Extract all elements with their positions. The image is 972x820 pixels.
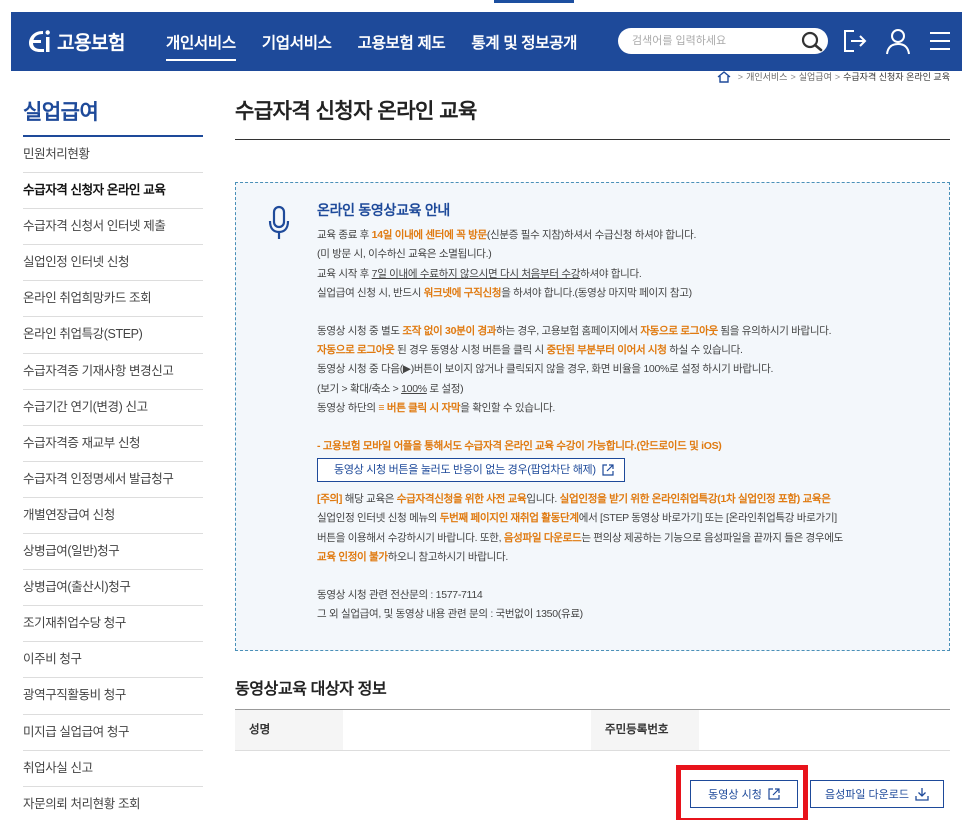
menu-icon[interactable] [926,27,954,55]
user-icon[interactable] [884,27,912,55]
popup-block-help-button[interactable]: 동영상 시청 버튼을 눌러도 반응이 없는 경우(팝업차단 해제) [317,458,625,483]
rrn-label: 주민등록번호 [591,710,699,750]
info-table: 성명 주민등록번호 [235,709,950,751]
nav-business-services[interactable]: 기업서비스 [262,31,332,61]
sidebar-item[interactable]: 민원처리현황 [23,137,203,174]
sidebar-item[interactable]: 이주비 청구 [23,642,203,679]
nav-insurance-system[interactable]: 고용보험 제도 [358,31,446,61]
sidebar-item[interactable]: 조기재취업수당 청구 [23,606,203,643]
microphone-icon [268,205,290,239]
search-box [618,28,828,54]
download-icon [915,788,929,801]
sidebar-item[interactable]: 실업인정 인터넷 신청 [23,245,203,282]
sidebar-item[interactable]: 수급자격증 재교부 신청 [23,426,203,462]
page-title: 수급자격 신청자 온라인 교육 [235,95,950,140]
caution-line: [주의] 해당 교육은 수급자격신청을 위한 사전 교육입니다. 실업인정을 받… [317,493,831,506]
notice-body: 온라인 동영상교육 안내 교육 종료 후 14일 이내에 센터에 꼭 방문(신분… [317,201,937,624]
sidebar-item[interactable]: 수급자격증 기재사항 변경신고 [23,354,203,390]
home-icon[interactable] [717,70,731,83]
notice-line: 자동으로 로그아웃 된 경우 동영상 시청 버튼을 클릭 시 중단된 부분부터 … [317,344,743,357]
breadcrumb: > 개인서비스 > 실업급여 > 수급자격 신청자 온라인 교육 [717,70,950,83]
notice-line: 동영상 하단의 ≡ 버튼 클릭 시 자막을 확인할 수 있습니다. [317,401,555,414]
sidebar-item[interactable]: 수급자격 신청서 인터넷 제출 [23,209,203,246]
search-icon[interactable] [800,30,824,52]
mobile-notice: - 고용보험 모바일 어플을 통해서도 수급자격 온라인 교육 수강이 가능합니… [317,440,722,453]
nav-personal-services[interactable]: 개인서비스 [166,31,236,61]
notice-line: (미 방문 시, 이수하신 교육은 소멸됩니다.) [317,248,492,261]
logo-icon [29,30,50,52]
notice-line: 교육 시작 후 7일 이내에 수료하지 않으시면 다시 처음부터 수강하셔야 합… [317,267,642,280]
sidebar-item[interactable]: 미지급 실업급여 청구 [23,715,203,751]
notice-title: 온라인 동영상교육 안내 [317,202,450,218]
breadcrumb-current: 수급자격 신청자 온라인 교육 [843,72,950,82]
external-link-icon [602,464,614,476]
audio-download-button[interactable]: 음성파일 다운로드 [810,780,944,808]
top-indicator [494,0,574,3]
breadcrumb-item[interactable]: 개인서비스 [746,70,787,83]
sidebar-item[interactable]: 광역구직활동비 청구 [23,678,203,715]
external-link-icon [768,788,780,800]
sidebar-item[interactable]: 상병급여(일반)청구 [23,534,203,571]
site-header: 고용보험 개인서비스 기업서비스 고용보험 제도 통계 및 정보공개 [11,12,962,71]
notice-line: (보기 > 확대/축소 > 100% 로 설정) [317,382,464,395]
caution-line: 실업인정 인터넷 신청 메뉴의 두번째 페이지인 재취업 활동단계에서 [STE… [317,512,837,525]
watch-video-button[interactable]: 동영상 시청 [690,780,798,808]
sidebar-menu: 민원처리현황 수급자격 신청자 온라인 교육 수급자격 신청서 인터넷 제출 실업인정… [23,137,203,820]
sidebar-item[interactable]: 수급자격 신청자 온라인 교육 [23,173,203,210]
name-label: 성명 [235,710,343,750]
section-title: 동영상교육 대상자 정보 [235,681,387,698]
sidebar: 실업급여 민원처리현황 수급자격 신청자 온라인 교육 수급자격 신청서 인터넷 제… [23,96,203,820]
sidebar-item[interactable]: 수급자격 인정명세서 발급청구 [23,462,203,498]
rrn-value [699,710,950,750]
notice-box: 온라인 동영상교육 안내 교육 종료 후 14일 이내에 센터에 꼭 방문(신분… [235,182,950,651]
caution-line: 교육 인정이 불가하오니 참고하시기 바랍니다. [317,550,508,563]
name-value [343,710,591,750]
sidebar-item[interactable]: 취업사실 신고 [23,751,203,787]
caution-line: 버튼을 이용해서 수강하시기 바랍니다. 또한, 음성파일 다운로드는 편의상 … [317,531,843,544]
logo-text: 고용보험 [57,32,125,54]
main-nav: 개인서비스 기업서비스 고용보험 제도 통계 및 정보공개 [166,31,603,61]
sidebar-item[interactable]: 온라인 취업희망카드 조회 [23,281,203,318]
sidebar-item[interactable]: 온라인 취업특강(STEP) [23,317,203,354]
nav-statistics[interactable]: 통계 및 정보공개 [471,31,577,61]
notice-line: 동영상 시청 중 별도 조작 없이 30분이 경과하는 경우, 고용보험 홈페이… [317,325,832,338]
contact-line: 그 외 실업급여, 및 동영상 내용 관련 문의 : 국번없이 1350(유료) [317,608,583,621]
sidebar-item[interactable]: 자문의뢰 처리현황 조회 [23,787,203,820]
logo[interactable]: 고용보험 [23,26,125,56]
notice-line: 실업급여 신청 시, 반드시 워크넷에 구직신청을 하셔야 합니다.(동영상 마… [317,286,692,299]
notice-line: 동영상 시청 중 다음(▶)버튼이 보이지 않거나 클릭되지 않을 경우, 화면… [317,363,774,376]
contact-line: 동영상 시청 관련 전산문의 : 1577-7114 [317,589,483,602]
sidebar-item[interactable]: 개별연장급여 신청 [23,498,203,535]
logout-icon[interactable] [840,27,868,55]
search-input[interactable] [632,32,792,50]
breadcrumb-item[interactable]: 실업급여 [799,70,832,83]
sidebar-item[interactable]: 수급기간 연기(변경) 신고 [23,390,203,426]
notice-line: 교육 종료 후 14일 이내에 센터에 꼭 방문(신분증 필수 지참)하셔서 수… [317,229,697,242]
sidebar-title: 실업급여 [23,96,203,137]
sidebar-item[interactable]: 상병급여(출산시)청구 [23,570,203,607]
main-content: 수급자격 신청자 온라인 교육 온라인 동영상교육 안내 교육 종료 후 14일… [235,95,950,820]
